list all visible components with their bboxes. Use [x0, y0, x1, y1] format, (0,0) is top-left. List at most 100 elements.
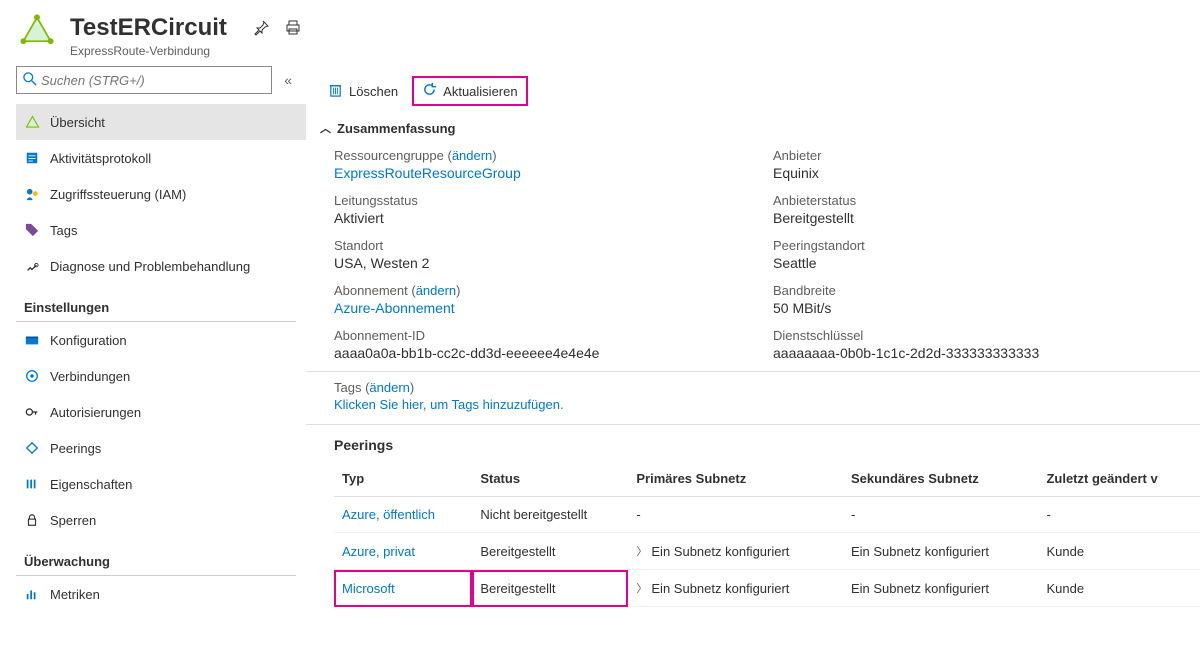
sidebar-item-label: Diagnose und Problembehandlung: [50, 259, 250, 274]
field-provider-status: Anbieterstatus Bereitgestellt: [773, 193, 1172, 226]
primary-subnet: 〉 Ein Subnetz konfiguriert: [636, 580, 835, 596]
peerings-table: Typ Status Primäres Subnetz Sekundäres S…: [334, 461, 1200, 607]
sidebar-section-settings: Einstellungen: [16, 288, 296, 322]
configuration-icon: [24, 333, 40, 347]
overview-icon: [24, 115, 40, 130]
field-circuit-status: Leitungsstatus Aktiviert: [334, 193, 733, 226]
field-resource-group: Ressourcengruppe (ändern) ExpressRouteRe…: [334, 148, 733, 181]
field-bandwidth: Bandbreite 50 MBit/s: [773, 283, 1172, 316]
col-type[interactable]: Typ: [334, 461, 472, 497]
sidebar-item-label: Sperren: [50, 513, 96, 528]
field-subscription: Abonnement (ändern) Azure-Abonnement: [334, 283, 733, 316]
sidebar-item-label: Konfiguration: [50, 333, 127, 348]
peerings-block: Peerings Typ Status Primäres Subnetz Sek…: [306, 425, 1200, 607]
summary-title: Zusammenfassung: [337, 121, 455, 136]
peering-type-link[interactable]: Microsoft: [342, 581, 395, 596]
col-primary[interactable]: Primäres Subnetz: [628, 461, 843, 497]
sidebar-section-monitoring: Überwachung: [16, 542, 296, 576]
sidebar-item-peerings[interactable]: Peerings: [16, 430, 306, 466]
field-service-key: Dienstschlüssel aaaaaaaa-0b0b-1c1c-2d2d-…: [773, 328, 1172, 361]
sidebar-item-label: Autorisierungen: [50, 405, 141, 420]
add-tags-link[interactable]: Klicken Sie hier, um Tags hinzuzufügen.: [334, 397, 1176, 412]
sidebar-item-label: Aktivitätsprotokoll: [50, 151, 151, 166]
search-input[interactable]: [41, 73, 265, 88]
sidebar-item-authorizations[interactable]: Autorisierungen: [16, 394, 306, 430]
change-tags-link[interactable]: ändern: [369, 380, 409, 395]
summary-header[interactable]: ︿ Zusammenfassung: [306, 116, 1200, 144]
main-content: Löschen Aktualisieren ︿ Zusammenfassung …: [306, 66, 1200, 672]
peerings-title: Peerings: [334, 437, 1200, 461]
iam-icon: [24, 187, 40, 202]
sidebar-item-tags[interactable]: Tags: [16, 212, 306, 248]
table-row[interactable]: Azure, privat Bereitgestellt 〉 Ein Subnetz…: [334, 533, 1200, 570]
print-icon[interactable]: [285, 20, 301, 39]
properties-icon: [24, 477, 40, 491]
subscription-link[interactable]: Azure-Abonnement: [334, 300, 733, 316]
chevron-up-icon: ︿: [320, 120, 331, 136]
sidebar-item-metrics[interactable]: Metriken: [16, 576, 306, 612]
change-sub-link[interactable]: ändern: [416, 283, 456, 298]
sidebar-item-label: Übersicht: [50, 115, 105, 130]
primary-subnet: -: [636, 507, 835, 522]
peerings-icon: [24, 441, 40, 455]
sidebar-item-label: Tags: [50, 223, 77, 238]
last-modified: Kunde: [1038, 533, 1200, 570]
last-modified: Kunde: [1038, 570, 1200, 607]
col-lastmod[interactable]: Zuletzt geändert v: [1038, 461, 1200, 497]
table-row[interactable]: Azure, öffentlichNicht bereitgestellt---: [334, 497, 1200, 533]
metrics-icon: [24, 587, 40, 601]
delete-label: Löschen: [349, 84, 398, 99]
secondary-subnet: Ein Subnetz konfiguriert: [843, 533, 1039, 570]
delete-button[interactable]: Löschen: [320, 78, 406, 104]
trash-icon: [328, 82, 343, 100]
col-status[interactable]: Status: [472, 461, 628, 497]
sidebar-item-connections[interactable]: Verbindungen: [16, 358, 306, 394]
collapse-sidebar-icon[interactable]: «: [280, 68, 296, 92]
tags-row: Tags (ändern) Klicken Sie hier, um Tags …: [306, 372, 1200, 425]
authorizations-icon: [24, 405, 40, 419]
sidebar-item-label: Zugriffssteuerung (IAM): [50, 187, 186, 202]
sidebar-item-configuration[interactable]: Konfiguration: [16, 322, 306, 358]
search-icon: [23, 72, 37, 89]
sidebar-item-overview[interactable]: Übersicht: [16, 104, 306, 140]
diagnose-icon: [24, 259, 40, 273]
activity-log-icon: [24, 151, 40, 165]
table-row[interactable]: Microsoft Bereitgestellt 〉 Ein Subnetz kon…: [334, 570, 1200, 607]
sidebar-item-locks[interactable]: Sperren: [16, 502, 306, 538]
secondary-subnet: -: [843, 497, 1039, 533]
peering-status: Bereitgestellt: [472, 533, 628, 570]
sidebar-item-label: Verbindungen: [50, 369, 130, 384]
chevron-right-icon: 〉: [636, 543, 647, 559]
peering-type-link[interactable]: Azure, privat: [342, 544, 415, 559]
rg-value-link[interactable]: ExpressRouteResourceGroup: [334, 165, 733, 181]
col-secondary[interactable]: Sekundäres Subnetz: [843, 461, 1039, 497]
sidebar-item-label: Peerings: [50, 441, 101, 456]
field-peering-location: Peeringstandort Seattle: [773, 238, 1172, 271]
pin-icon[interactable]: [253, 20, 269, 39]
refresh-icon: [422, 82, 437, 100]
page-header: TestERCircuit ExpressRoute-Verbindung: [0, 0, 1200, 66]
sidebar-item-iam[interactable]: Zugriffssteuerung (IAM): [16, 176, 306, 212]
toolbar: Löschen Aktualisieren: [306, 66, 1200, 116]
field-subscription-id: Abonnement-ID aaaa0a0a-bb1b-cc2c-dd3d-ee…: [334, 328, 733, 361]
tags-icon: [24, 223, 40, 237]
sidebar-item-label: Metriken: [50, 587, 100, 602]
peering-type-link[interactable]: Azure, öffentlich: [342, 507, 435, 522]
sidebar-item-properties[interactable]: Eigenschaften: [16, 466, 306, 502]
sidebar-item-label: Eigenschaften: [50, 477, 132, 492]
expressroute-icon: [20, 14, 54, 51]
summary-grid: Ressourcengruppe (ändern) ExpressRouteRe…: [306, 144, 1200, 372]
sidebar-item-diagnose[interactable]: Diagnose und Problembehandlung: [16, 248, 306, 284]
peering-status: Bereitgestellt: [472, 570, 628, 607]
peering-status: Nicht bereitgestellt: [472, 497, 628, 533]
refresh-button[interactable]: Aktualisieren: [412, 76, 527, 106]
last-modified: -: [1038, 497, 1200, 533]
refresh-label: Aktualisieren: [443, 84, 517, 99]
connections-icon: [24, 369, 40, 383]
primary-subnet: 〉 Ein Subnetz konfiguriert: [636, 543, 835, 559]
field-provider: Anbieter Equinix: [773, 148, 1172, 181]
sidebar-item-activity-log[interactable]: Aktivitätsprotokoll: [16, 140, 306, 176]
change-rg-link[interactable]: ändern: [452, 148, 492, 163]
secondary-subnet: Ein Subnetz konfiguriert: [843, 570, 1039, 607]
search-input-wrapper[interactable]: [16, 66, 272, 94]
